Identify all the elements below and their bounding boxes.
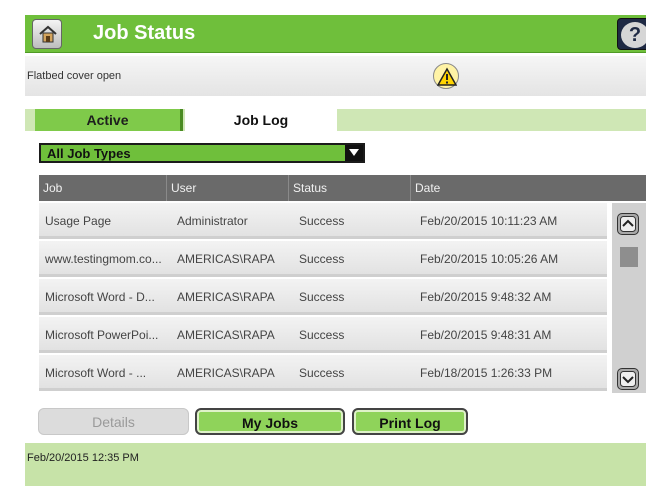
column-header-job[interactable]: Job [39,175,167,201]
job-user: AMERICAS\RAPA [177,328,275,342]
job-status: Success [299,214,345,228]
job-user: Administrator [177,214,248,228]
column-header-date[interactable]: Date [411,175,646,201]
status-bar: Flatbed cover open [25,56,646,96]
job-user: AMERICAS\RAPA [177,252,275,266]
home-icon [39,25,57,43]
scrollbar[interactable] [612,203,646,393]
my-jobs-button[interactable]: My Jobs [195,408,345,435]
column-header-user[interactable]: User [167,175,289,201]
job-name: Microsoft Word - D... [45,290,155,304]
job-date: Feb/20/2015 10:05:26 AM [420,252,559,266]
chevron-down-icon [349,149,359,156]
column-header-status[interactable]: Status [289,175,411,201]
print-log-button[interactable]: Print Log [352,408,468,435]
job-date: Feb/18/2015 1:26:33 PM [420,366,553,380]
chevron-up-icon [620,216,636,232]
table-row[interactable]: Microsoft Word - ... AMERICAS\RAPA Succe… [39,355,607,391]
details-button[interactable]: Details [38,408,189,435]
warning-icon [437,67,457,86]
job-status: Success [299,252,345,266]
job-name: www.testingmom.co... [45,252,162,266]
table-row[interactable]: Microsoft PowerPoi... AMERICAS\RAPA Succ… [39,317,607,353]
page-title: Job Status [93,22,196,44]
tab-active[interactable]: Active [35,109,183,131]
job-status: Success [299,290,345,304]
title-bar: Job Status ? [25,15,646,53]
job-user: AMERICAS\RAPA [177,290,275,304]
help-button[interactable]: ? [617,18,646,50]
status-message: Flatbed cover open [27,70,122,82]
job-name: Microsoft Word - ... [45,366,147,380]
job-user: AMERICAS\RAPA [177,366,275,380]
chevron-down-icon [620,371,636,387]
job-name: Usage Page [45,214,112,228]
job-status-screen: Job Status ? Flatbed cover open Active J… [25,15,646,486]
home-button[interactable] [32,19,62,49]
footer-datetime: Feb/20/2015 12:35 PM [27,452,139,464]
help-icon: ? [621,22,646,48]
footer-bar: Feb/20/2015 12:35 PM [25,443,646,486]
table-row[interactable]: www.testingmom.co... AMERICAS\RAPA Succe… [39,241,607,277]
table-row[interactable]: Usage Page Administrator Success Feb/20/… [39,203,607,239]
job-date: Feb/20/2015 10:11:23 AM [420,214,558,228]
job-status: Success [299,366,345,380]
scroll-down-button[interactable] [617,368,639,390]
table-row[interactable]: Microsoft Word - D... AMERICAS\RAPA Succ… [39,279,607,315]
table-header: Job User Status Date [39,175,646,201]
job-type-select[interactable]: All Job Types [39,143,365,163]
job-type-select-value: All Job Types [47,146,131,161]
warning-button[interactable] [433,63,459,89]
tab-job-log[interactable]: Job Log [185,108,337,132]
select-dropdown-button[interactable] [345,145,363,161]
job-status: Success [299,328,345,342]
scroll-thumb[interactable] [620,247,638,267]
job-date: Feb/20/2015 9:48:31 AM [420,328,552,342]
job-name: Microsoft PowerPoi... [45,328,159,342]
job-date: Feb/20/2015 9:48:32 AM [420,290,552,304]
scroll-up-button[interactable] [617,213,639,235]
